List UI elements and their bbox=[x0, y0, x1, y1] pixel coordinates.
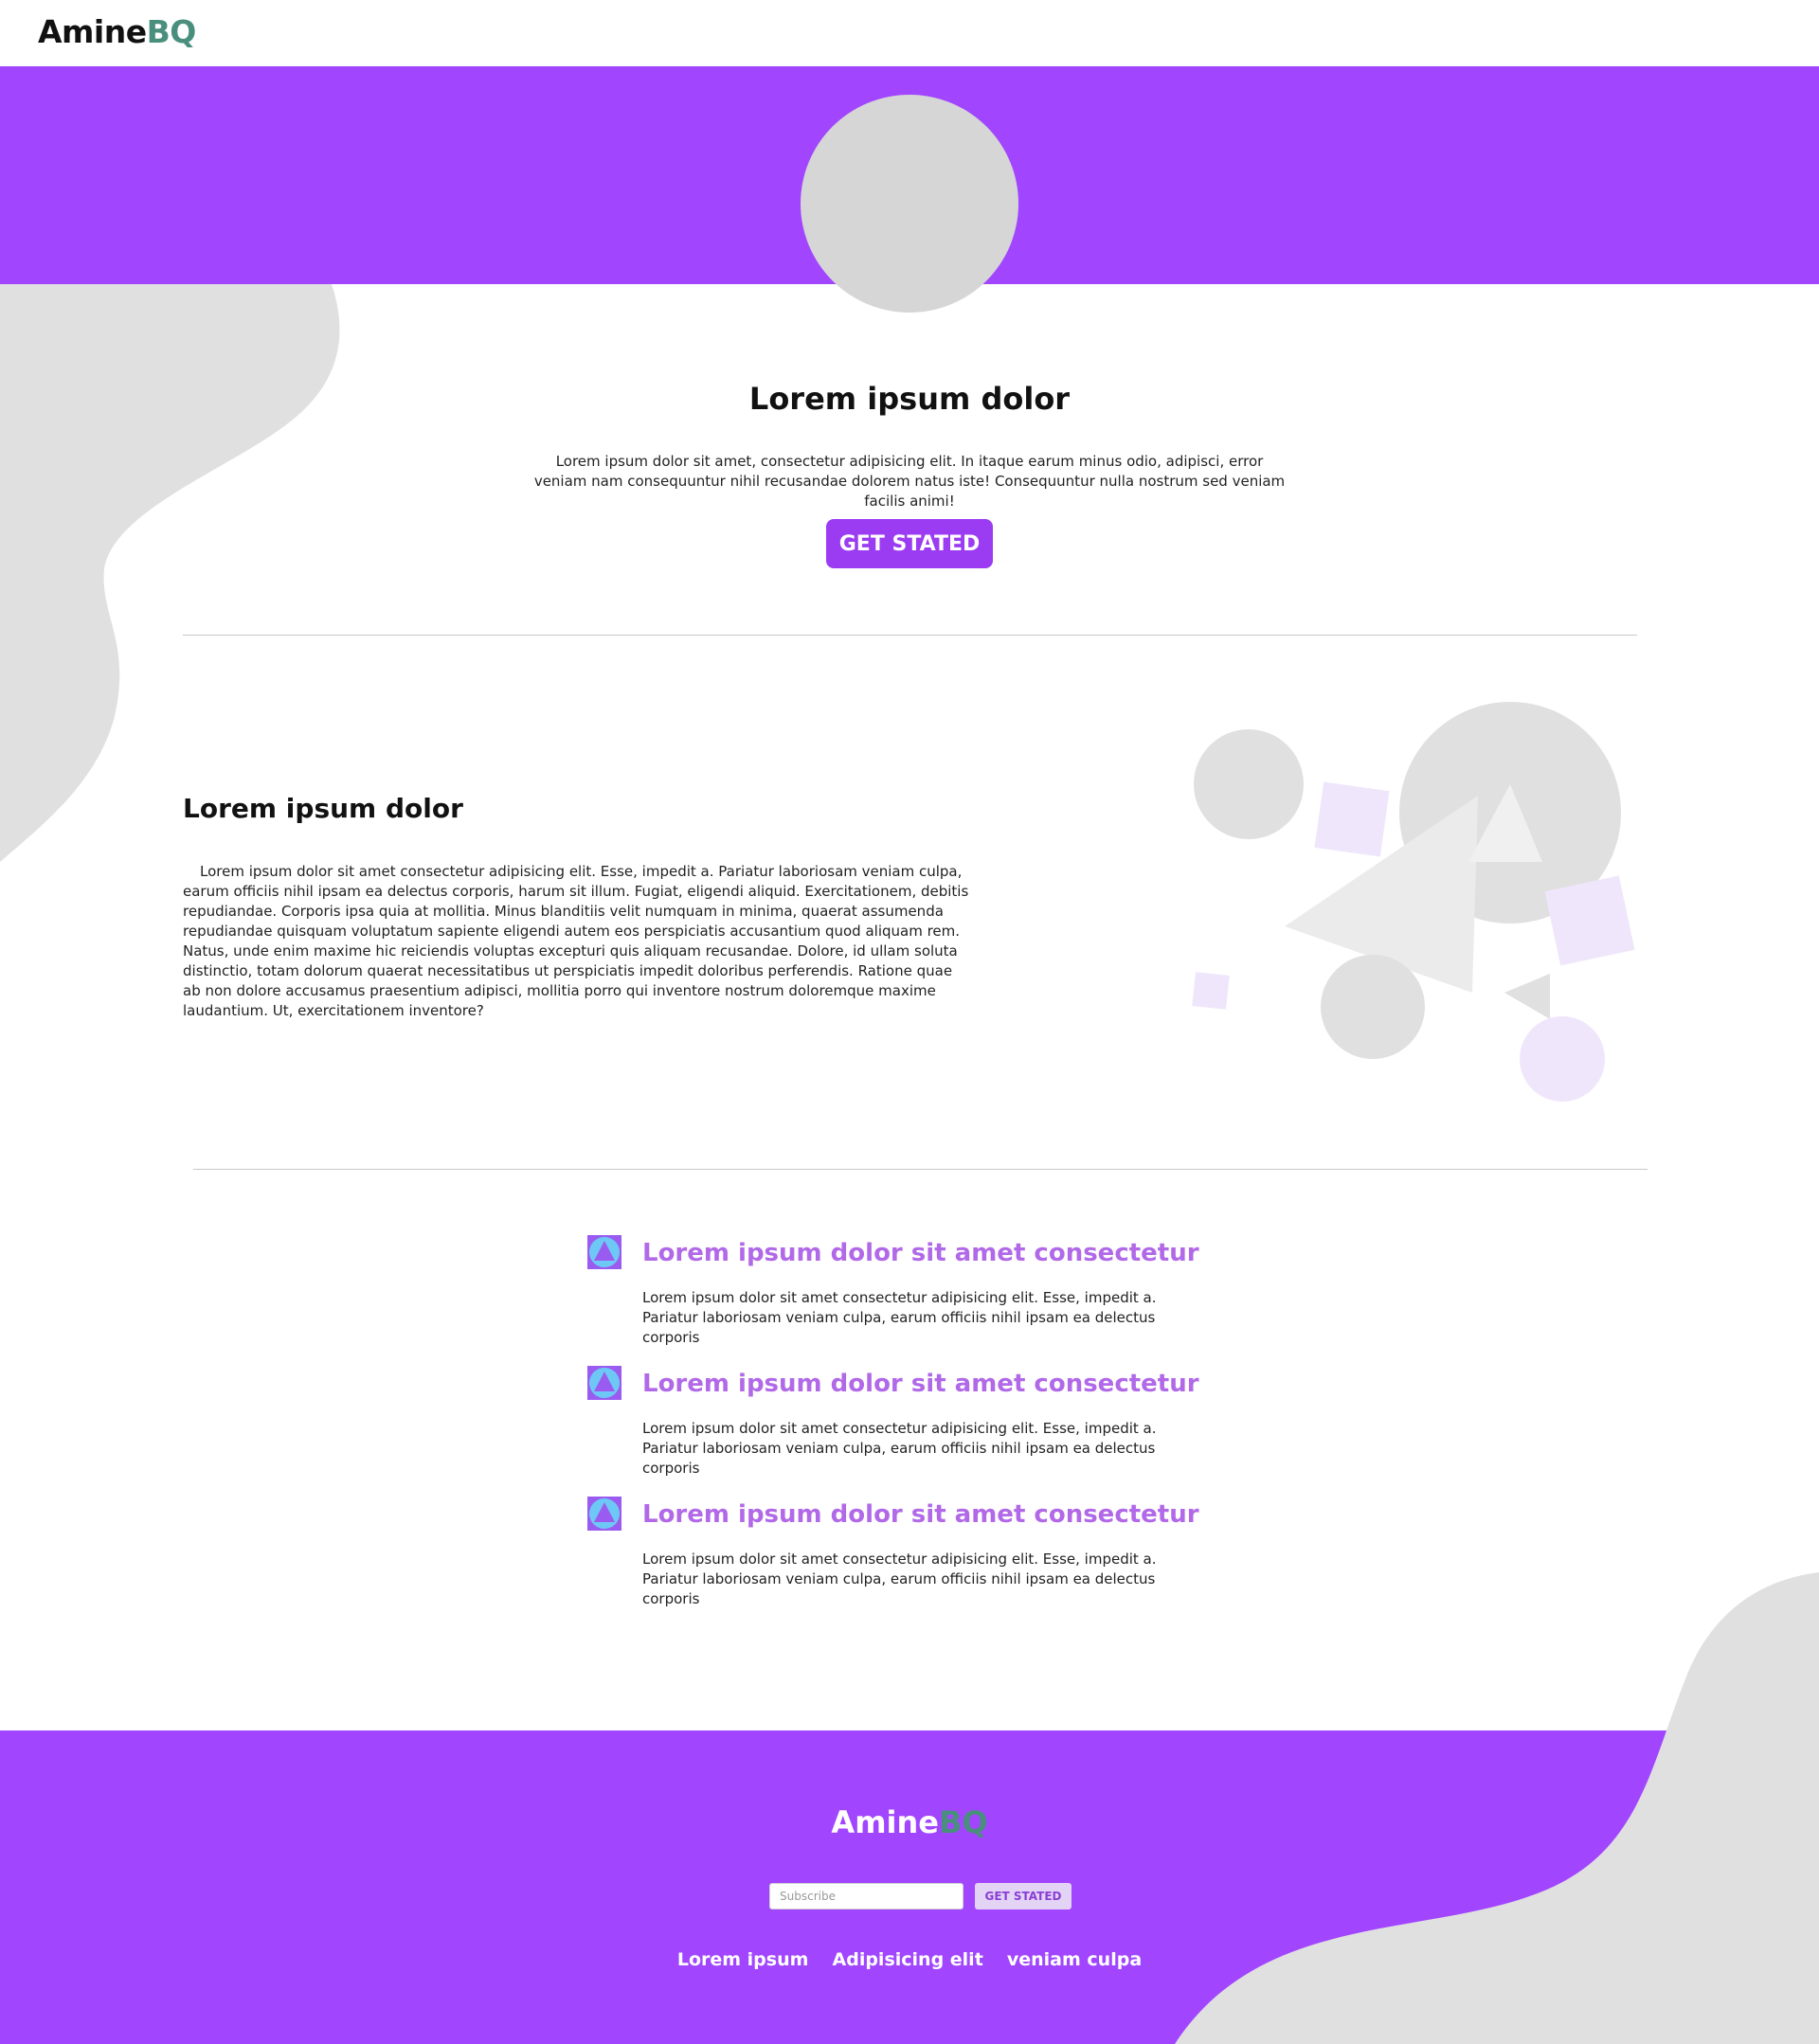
hero-avatar bbox=[801, 95, 1018, 313]
triangle-icon bbox=[587, 1235, 621, 1269]
triangle-icon bbox=[587, 1366, 621, 1400]
footer-logo-text-accent: BQ bbox=[938, 1804, 988, 1840]
footer-link-veniam-culpa[interactable]: veniam culpa bbox=[1007, 1949, 1142, 1970]
hero-title: Lorem ipsum dolor bbox=[748, 381, 1071, 417]
shape-circle-medium bbox=[1321, 955, 1425, 1059]
footer-link-lorem-ipsum[interactable]: Lorem ipsum bbox=[677, 1949, 809, 1970]
shape-triangle-small bbox=[1504, 974, 1550, 1019]
feature-description: Lorem ipsum dolor sit amet consectetur a… bbox=[642, 1289, 1157, 1346]
header-logo[interactable]: AmineBQ bbox=[38, 13, 196, 50]
feature-title: Lorem ipsum dolor sit amet consectetur bbox=[642, 1370, 1199, 1398]
section-divider-1 bbox=[183, 635, 1637, 636]
about-description: Lorem ipsum dolor sit amet consectetur a… bbox=[183, 863, 969, 1019]
shapes-illustration bbox=[1192, 702, 1635, 1102]
feature-title: Lorem ipsum dolor sit amet consectetur bbox=[642, 1500, 1199, 1529]
feature-item: Lorem ipsum dolor sit amet consectetur L… bbox=[587, 1235, 1251, 1346]
logo-text-accent: BQ bbox=[146, 13, 197, 50]
feature-title: Lorem ipsum dolor sit amet consectetur bbox=[642, 1239, 1199, 1267]
feature-description: Lorem ipsum dolor sit amet consectetur a… bbox=[642, 1420, 1157, 1477]
get-started-button[interactable]: GET STATED bbox=[826, 519, 993, 568]
footer-link-adipisicing-elit[interactable]: Adipisicing elit bbox=[833, 1949, 983, 1970]
about-title: Lorem ipsum dolor bbox=[183, 793, 463, 824]
feature-item: Lorem ipsum dolor sit amet consectetur L… bbox=[587, 1366, 1251, 1477]
shape-square-lilac bbox=[1314, 781, 1390, 857]
footer-logo-text-primary: Amine bbox=[831, 1804, 939, 1840]
shape-circle-lilac bbox=[1520, 1016, 1605, 1102]
logo-text-primary: Amine bbox=[38, 13, 147, 50]
footer-logo[interactable]: AmineBQ bbox=[0, 1804, 1819, 1840]
subscribe-input[interactable] bbox=[769, 1883, 964, 1910]
triangle-icon bbox=[587, 1497, 621, 1531]
section-divider-2 bbox=[193, 1169, 1648, 1170]
feature-description: Lorem ipsum dolor sit amet consectetur a… bbox=[642, 1551, 1157, 1607]
shape-square-small bbox=[1192, 972, 1230, 1010]
subscribe-button[interactable]: GET STATED bbox=[975, 1883, 1072, 1910]
top-bar bbox=[0, 0, 1819, 66]
footer-links: Lorem ipsum Adipisicing elit veniam culp… bbox=[0, 1949, 1819, 1970]
shape-circle-small bbox=[1194, 729, 1304, 839]
decorative-blob-left bbox=[0, 284, 340, 862]
shape-square-lilac-2 bbox=[1544, 875, 1635, 966]
hero-description: Lorem ipsum dolor sit amet, consectetur … bbox=[533, 453, 1286, 510]
